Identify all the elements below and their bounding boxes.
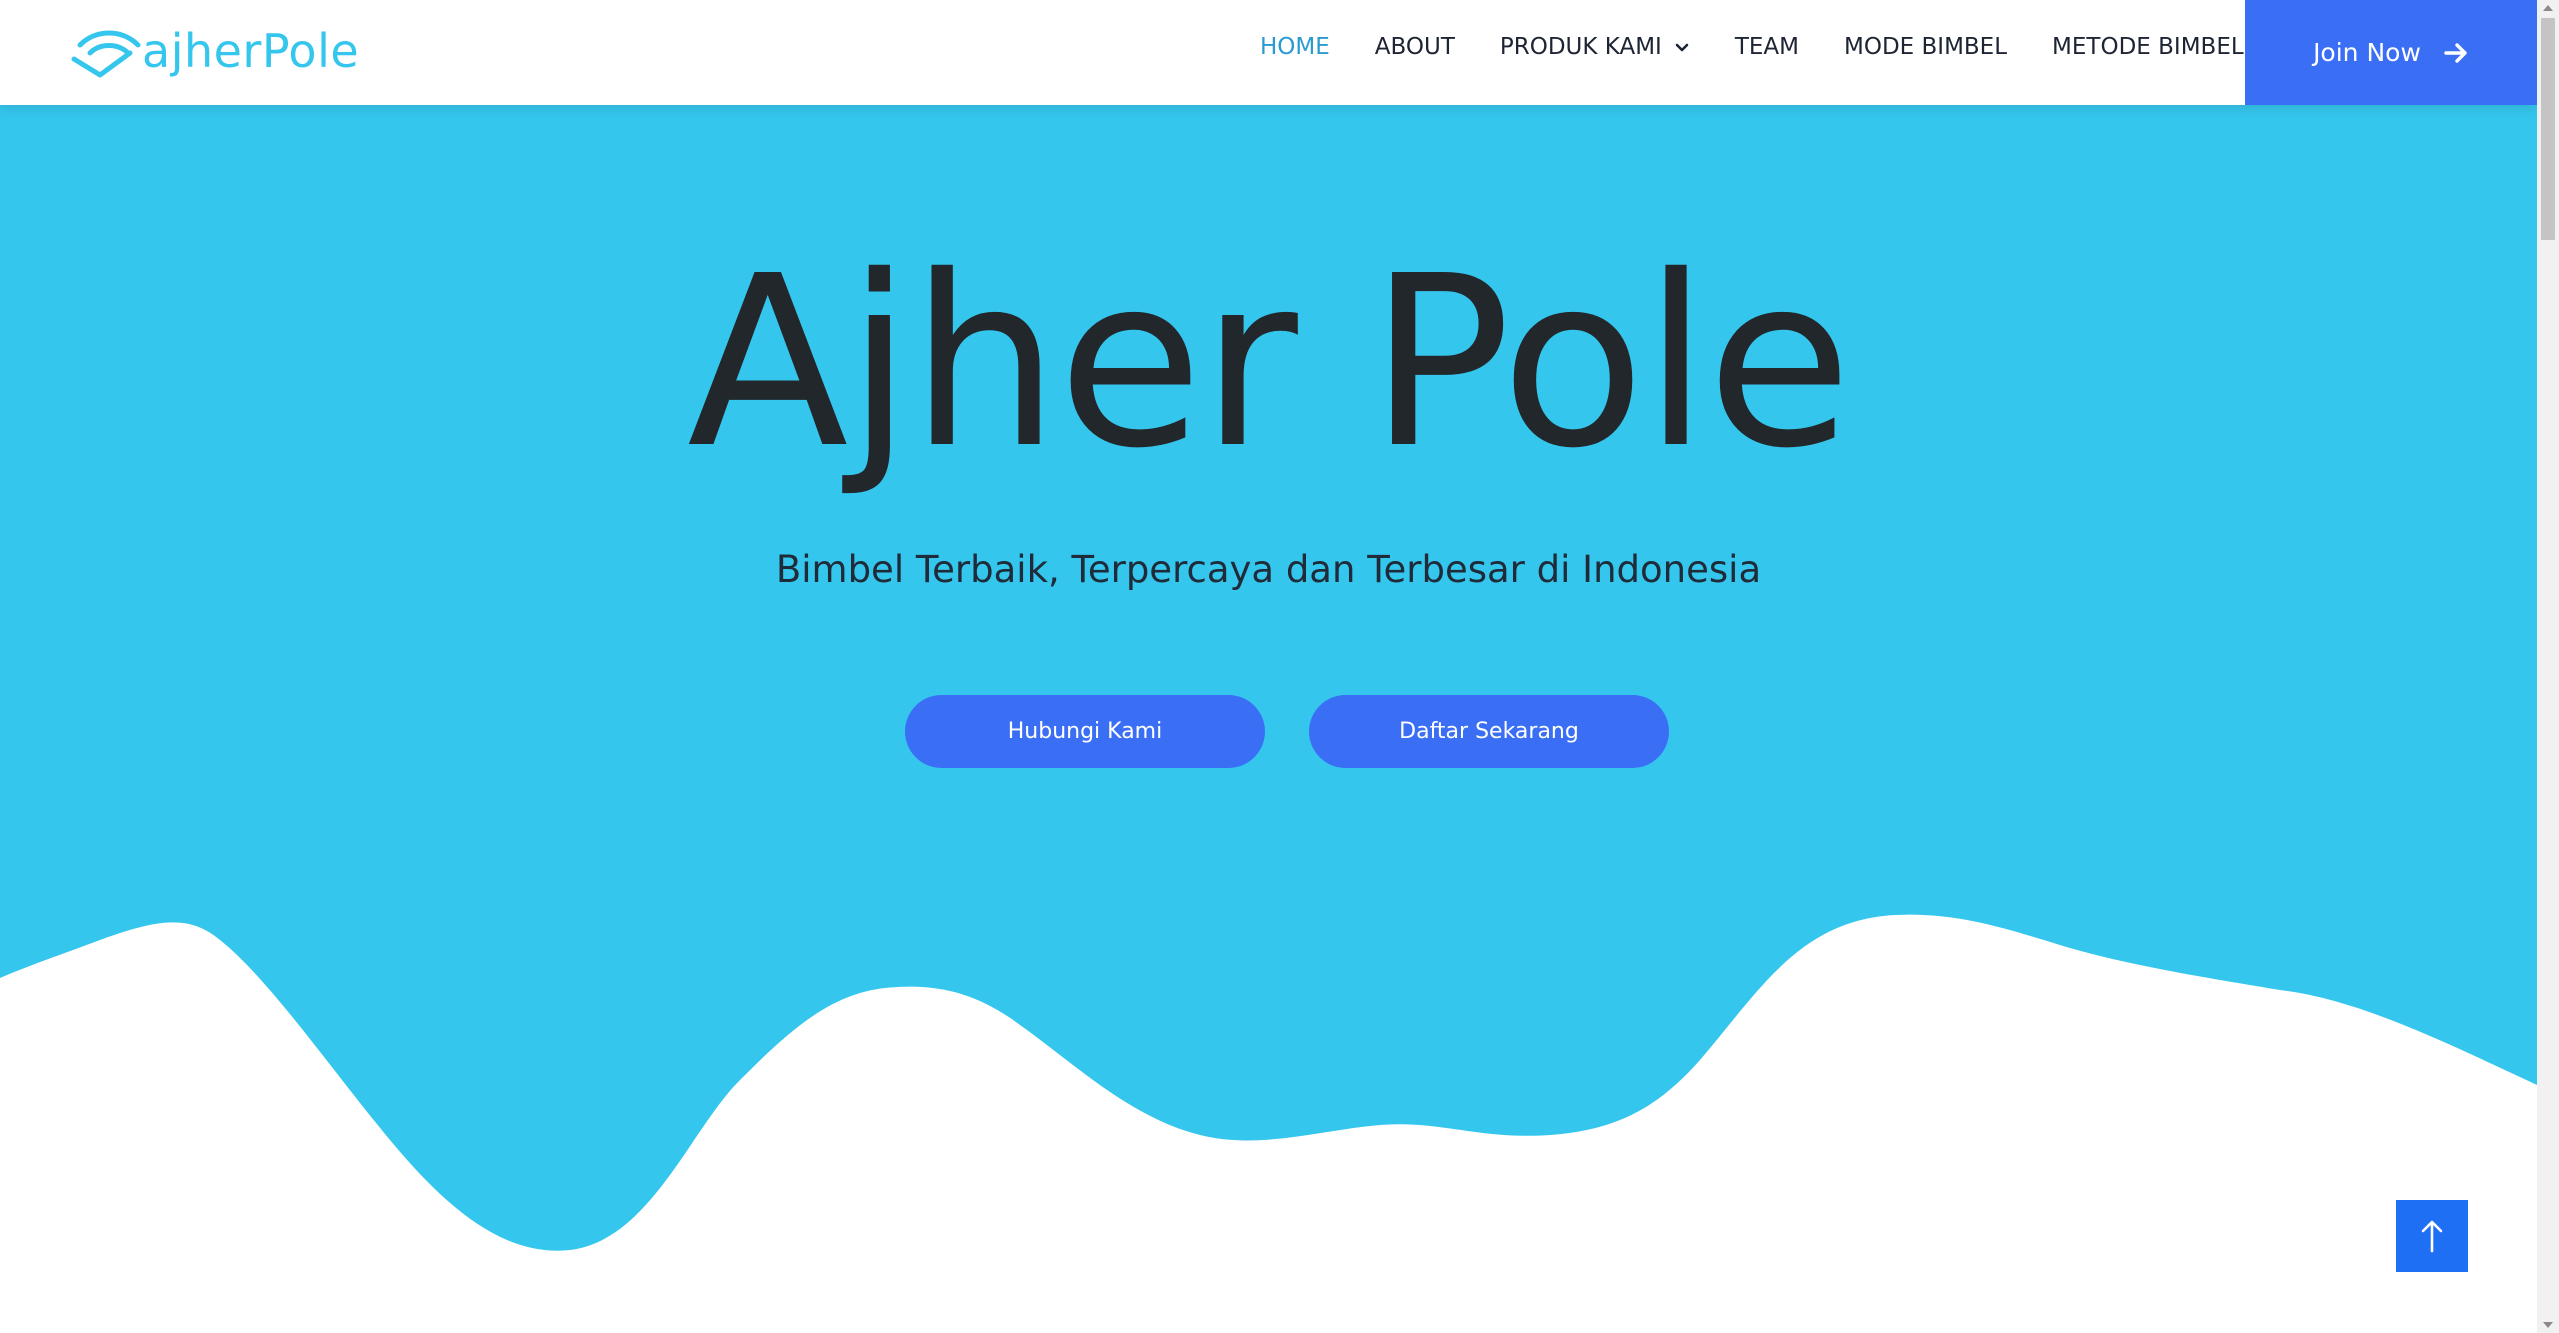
nav-item-team[interactable]: TEAM bbox=[1735, 34, 1799, 60]
scrollbar-thumb[interactable] bbox=[2541, 18, 2555, 240]
nav-item-metode-bimbel[interactable]: METODE BIMBEL bbox=[2052, 34, 2244, 60]
nav-item-label: TEAM bbox=[1734, 33, 1799, 60]
site-header: ajherPole HOME ABOUT PRODUK KAMI TEAM MO… bbox=[0, 0, 2537, 105]
arrow-right-icon bbox=[2444, 42, 2467, 63]
contact-us-button[interactable]: Hubungi Kami bbox=[905, 695, 1265, 768]
nav-item-mode-bimbel[interactable]: MODE BIMBEL bbox=[1844, 34, 2007, 60]
register-now-label: Daftar Sekarang bbox=[1399, 719, 1579, 744]
nav-item-label: METODE BIMBEL bbox=[2052, 33, 2244, 60]
nav-item-label: ABOUT bbox=[1374, 33, 1455, 60]
hero-wave-background bbox=[0, 0, 2537, 1251]
scroll-down-arrow-icon[interactable] bbox=[2543, 1322, 2553, 1328]
nav-item-label: HOME bbox=[1260, 33, 1330, 60]
hero-title: Ajher Pole bbox=[687, 225, 1852, 500]
wifi-swoosh-logo-icon bbox=[71, 30, 141, 78]
back-to-top-button[interactable] bbox=[2396, 1200, 2468, 1272]
register-now-button[interactable]: Daftar Sekarang bbox=[1309, 695, 1669, 768]
contact-us-label: Hubungi Kami bbox=[1007, 719, 1163, 744]
page-scrollbar[interactable] bbox=[2537, 0, 2559, 1333]
join-now-label: Join Now bbox=[2313, 38, 2421, 67]
nav-item-label: MODE BIMBEL bbox=[1844, 33, 2008, 60]
nav-item-home[interactable]: HOME bbox=[1260, 34, 1330, 60]
nav-item-label: PRODUK KAMI bbox=[1499, 33, 1662, 60]
main-nav: HOME ABOUT PRODUK KAMI TEAM MODE BIMBEL … bbox=[1260, 0, 2289, 93]
hero-subtitle: Bimbel Terbaik, Terpercaya dan Terbesar … bbox=[775, 548, 1762, 591]
join-now-button[interactable]: Join Now bbox=[2245, 0, 2537, 105]
logo[interactable]: ajherPole bbox=[70, 18, 359, 84]
logo-text: ajherPole bbox=[142, 24, 360, 78]
arrow-up-icon bbox=[2421, 1220, 2443, 1253]
nav-item-about[interactable]: ABOUT bbox=[1375, 34, 1455, 60]
nav-item-produk-kami[interactable]: PRODUK KAMI bbox=[1500, 34, 1690, 60]
page: ajherPole HOME ABOUT PRODUK KAMI TEAM MO… bbox=[0, 0, 2559, 1333]
chevron-down-icon bbox=[1675, 43, 1689, 51]
scroll-up-arrow-icon[interactable] bbox=[2543, 5, 2553, 11]
